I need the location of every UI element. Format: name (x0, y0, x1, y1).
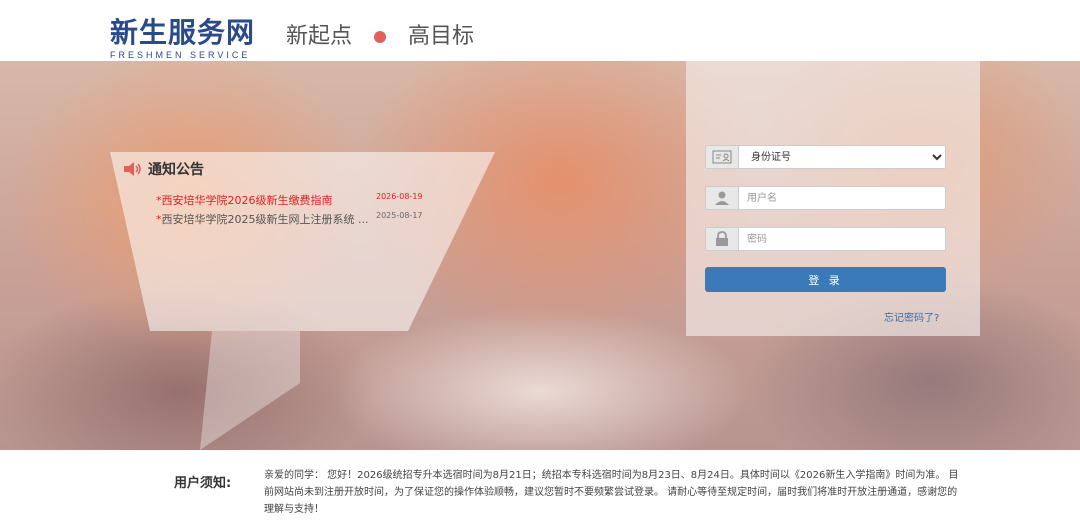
id-type-select[interactable]: 身份证号 (738, 145, 946, 169)
notice-title-text: 通知公告 (148, 162, 204, 178)
notice-item-title[interactable]: 西安培华学院2025级新生网上注册系统 ... (162, 213, 369, 226)
login-button[interactable]: 登 录 (705, 267, 946, 292)
user-icon (705, 186, 738, 210)
id-card-icon (705, 145, 738, 169)
notice-item[interactable]: *西安培华学院2025级新生网上注册系统 ... 2025-08-17 (156, 211, 423, 227)
logo-subtitle: FRESHMEN SERVICE (110, 50, 251, 60)
user-notice-footer: 用户须知: 亲爱的同学： 您好！2026级统招专升本选宿时间为8月21日；统招本… (0, 450, 1080, 531)
login-panel: 身份证号 登 录 忘记密码了? (686, 61, 980, 336)
forgot-password-link[interactable]: 忘记密码了? (884, 309, 939, 324)
notice-item[interactable]: *西安培华学院2026级新生缴费指南 2026-08-19 (156, 192, 423, 208)
speaker-icon (124, 162, 141, 176)
username-input[interactable] (738, 186, 946, 210)
slogan-dot-icon (374, 31, 387, 43)
notice-item-title[interactable]: 西安培华学院2026级新生缴费指南 (162, 194, 333, 207)
password-row (705, 227, 946, 251)
slogan: 新起点 高目标 (286, 22, 474, 52)
slogan-right: 高目标 (408, 24, 475, 49)
id-type-row: 身份证号 (705, 145, 946, 169)
site-header: 新生服务网 FRESHMEN SERVICE 新起点 高目标 (0, 0, 1080, 61)
lock-icon (705, 227, 738, 251)
hero-background: 通知公告 *西安培华学院2026级新生缴费指南 2026-08-19 *西安培华… (0, 61, 1080, 450)
slogan-left: 新起点 (286, 24, 353, 49)
username-row (705, 186, 946, 210)
notice-item-date: 2026-08-19 (376, 192, 423, 201)
notice-item-date: 2025-08-17 (376, 211, 423, 220)
notice-title: 通知公告 (124, 159, 204, 179)
footer-text: 亲爱的同学： 您好！2026级统招专升本选宿时间为8月21日；统招本专科选宿时间… (264, 470, 959, 515)
site-logo[interactable]: 新生服务网 FRESHMEN SERVICE (110, 16, 256, 61)
logo-title: 新生服务网 (110, 16, 256, 49)
footer-label: 用户须知: (174, 476, 232, 491)
password-input[interactable] (738, 227, 946, 251)
